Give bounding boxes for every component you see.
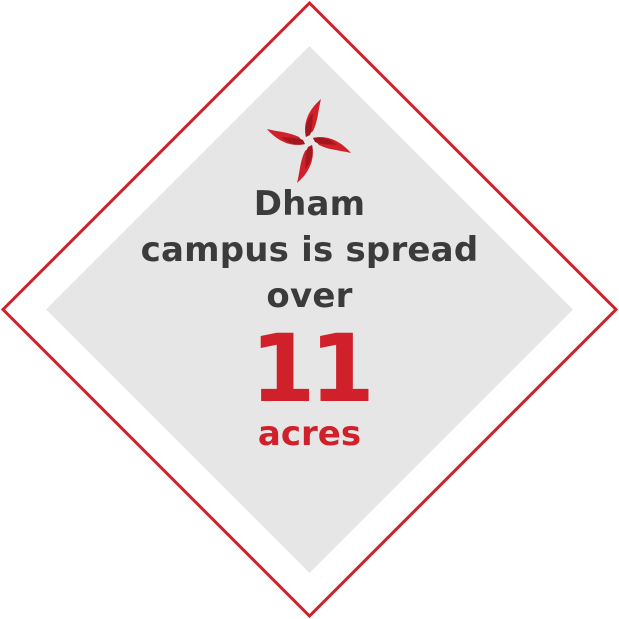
headline: Dham campus is spread over: [0, 181, 619, 319]
headline-line-3: over: [266, 276, 353, 316]
headline-line-1: Dham: [253, 184, 366, 224]
area-unit: acres: [257, 414, 362, 454]
headline-line-2: campus is spread: [140, 230, 479, 270]
area-number: 11: [250, 315, 375, 424]
